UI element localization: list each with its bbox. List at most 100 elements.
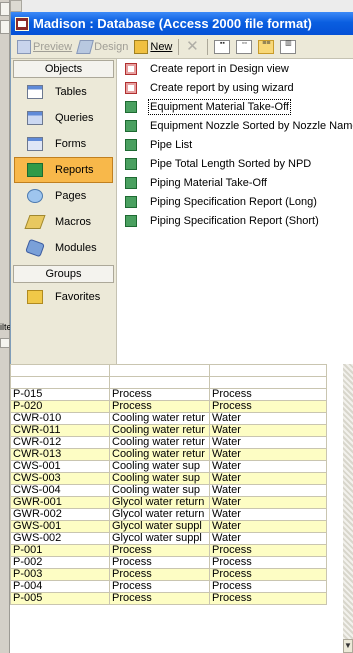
- table-cell[interactable]: [10, 364, 110, 377]
- table-row[interactable]: GWS-002 Glycol water suppl Water: [10, 532, 327, 545]
- object-queries[interactable]: Queries: [14, 105, 113, 131]
- table-cell-type[interactable]: Water: [209, 448, 327, 461]
- groups-header[interactable]: Groups: [13, 265, 114, 283]
- table-cell[interactable]: [209, 364, 327, 377]
- table-cell-desc[interactable]: Process: [109, 544, 210, 557]
- table-cell-id[interactable]: GWR-002: [10, 508, 110, 521]
- vertical-scrollbar[interactable]: ▼: [343, 364, 353, 653]
- object-pages[interactable]: Pages: [14, 183, 113, 209]
- report-item[interactable]: Piping Specification Report (Short): [119, 211, 353, 230]
- table-cell-id[interactable]: P-005: [10, 592, 110, 605]
- object-macros[interactable]: Macros: [14, 209, 113, 235]
- table-cell-id[interactable]: P-003: [10, 568, 110, 581]
- table-cell-type[interactable]: Water: [209, 496, 327, 509]
- delete-button[interactable]: ✕: [182, 37, 204, 57]
- table-cell[interactable]: [10, 376, 110, 389]
- report-item[interactable]: Pipe List: [119, 135, 353, 154]
- preview-button[interactable]: Preview: [14, 37, 75, 57]
- small-icons-view-icon[interactable]: ▫▫: [236, 39, 253, 54]
- table-row[interactable]: CWS-004 Cooling water sup Water: [10, 484, 327, 497]
- table-cell-desc[interactable]: Process: [109, 400, 210, 413]
- table-cell-type[interactable]: Water: [209, 424, 327, 437]
- table-cell-type[interactable]: Water: [209, 532, 327, 545]
- object-forms[interactable]: Forms: [14, 131, 113, 157]
- table-cell-type[interactable]: Water: [209, 484, 327, 497]
- table-row[interactable]: GWR-002 Glycol water return Water: [10, 508, 327, 521]
- table-cell-desc[interactable]: Process: [109, 592, 210, 605]
- table-row[interactable]: CWR-013 Cooling water retur Water: [10, 448, 327, 461]
- table-cell-id[interactable]: GWR-001: [10, 496, 110, 509]
- table-row[interactable]: P-020 Process Process: [10, 400, 327, 413]
- table-cell-desc[interactable]: Cooling water sup: [109, 472, 210, 485]
- report-item[interactable]: Pipe Total Length Sorted by NPD: [119, 154, 353, 173]
- table-row-empty[interactable]: [10, 376, 327, 389]
- table-cell-desc[interactable]: Cooling water sup: [109, 484, 210, 497]
- table-cell-id[interactable]: CWS-004: [10, 484, 110, 497]
- table-cell-desc[interactable]: Glycol water suppl: [109, 520, 210, 533]
- table-cell-type[interactable]: Process: [209, 556, 327, 569]
- table-cell-desc[interactable]: Cooling water retur: [109, 424, 210, 437]
- objects-header[interactable]: Objects: [13, 60, 114, 78]
- table-row[interactable]: P-005 Process Process: [10, 592, 327, 605]
- table-cell-desc[interactable]: Process: [109, 568, 210, 581]
- report-item[interactable]: Equipment Nozzle Sorted by Nozzle Name: [119, 116, 353, 135]
- table-cell-desc[interactable]: Cooling water retur: [109, 436, 210, 449]
- table-row[interactable]: P-004 Process Process: [10, 580, 327, 593]
- table-cell-type[interactable]: Process: [209, 592, 327, 605]
- table-row[interactable]: CWR-010 Cooling water retur Water: [10, 412, 327, 425]
- new-button[interactable]: New: [131, 37, 175, 57]
- table-cell[interactable]: [109, 364, 210, 377]
- table-row[interactable]: P-015 Process Process: [10, 388, 327, 401]
- table-cell-type[interactable]: Water: [209, 508, 327, 521]
- table-row[interactable]: P-001 Process Process: [10, 544, 327, 557]
- report-item-wizard[interactable]: Create report by using wizard: [119, 78, 353, 97]
- table-cell-desc[interactable]: Cooling water retur: [109, 448, 210, 461]
- table-cell-id[interactable]: CWS-003: [10, 472, 110, 485]
- table-cell-type[interactable]: Process: [209, 568, 327, 581]
- table-cell-type[interactable]: Process: [209, 580, 327, 593]
- table-cell-type[interactable]: Process: [209, 388, 327, 401]
- report-item[interactable]: Piping Specification Report (Long): [119, 192, 353, 211]
- table-cell-desc[interactable]: Process: [109, 580, 210, 593]
- table-row[interactable]: CWS-001 Cooling water sup Water: [10, 460, 327, 473]
- table-cell-type[interactable]: Water: [209, 460, 327, 473]
- table-cell[interactable]: [209, 376, 327, 389]
- table-cell-id[interactable]: P-001: [10, 544, 110, 557]
- table-cell-desc[interactable]: Cooling water retur: [109, 412, 210, 425]
- table-cell-id[interactable]: GWS-002: [10, 532, 110, 545]
- group-favorites[interactable]: Favorites: [14, 284, 113, 310]
- table-cell-id[interactable]: CWR-012: [10, 436, 110, 449]
- table-cell-desc[interactable]: Process: [109, 556, 210, 569]
- design-button[interactable]: Design: [75, 37, 131, 57]
- table-row[interactable]: GWR-001 Glycol water return Water: [10, 496, 327, 509]
- table-cell-desc[interactable]: Process: [109, 388, 210, 401]
- table-cell-type[interactable]: Water: [209, 412, 327, 425]
- table-cell-id[interactable]: GWS-001: [10, 520, 110, 533]
- table-cell-desc[interactable]: Glycol water suppl: [109, 532, 210, 545]
- report-item[interactable]: Piping Material Take-Off: [119, 173, 353, 192]
- table-cell-desc[interactable]: Cooling water sup: [109, 460, 210, 473]
- table-row[interactable]: CWR-012 Cooling water retur Water: [10, 436, 327, 449]
- table-cell-id[interactable]: P-015: [10, 388, 110, 401]
- list-view-icon[interactable]: ≡≡: [258, 39, 275, 54]
- large-icons-view-icon[interactable]: ▪▪: [214, 39, 231, 54]
- table-row[interactable]: CWS-003 Cooling water sup Water: [10, 472, 327, 485]
- table-cell-desc[interactable]: Glycol water return: [109, 508, 210, 521]
- table-cell-desc[interactable]: Glycol water return: [109, 496, 210, 509]
- object-modules[interactable]: Modules: [14, 235, 113, 261]
- table-cell-id[interactable]: P-020: [10, 400, 110, 413]
- table-cell-id[interactable]: CWR-011: [10, 424, 110, 437]
- table-row-empty[interactable]: [10, 364, 327, 377]
- table-row[interactable]: P-003 Process Process: [10, 568, 327, 581]
- table-cell-type[interactable]: Water: [209, 472, 327, 485]
- report-item[interactable]: Equipment Material Take-Off: [119, 97, 353, 116]
- table-cell-id[interactable]: P-004: [10, 580, 110, 593]
- table-row[interactable]: P-002 Process Process: [10, 556, 327, 569]
- object-tables[interactable]: Tables: [14, 79, 113, 105]
- scroll-down-arrow-icon[interactable]: ▼: [343, 639, 353, 653]
- table-row[interactable]: GWS-001 Glycol water suppl Water: [10, 520, 327, 533]
- table-cell-type[interactable]: Process: [209, 400, 327, 413]
- window-title-bar[interactable]: Madison : Database (Access 2000 file for…: [11, 12, 353, 35]
- table-cell-type[interactable]: Water: [209, 436, 327, 449]
- table-cell-id[interactable]: CWS-001: [10, 460, 110, 473]
